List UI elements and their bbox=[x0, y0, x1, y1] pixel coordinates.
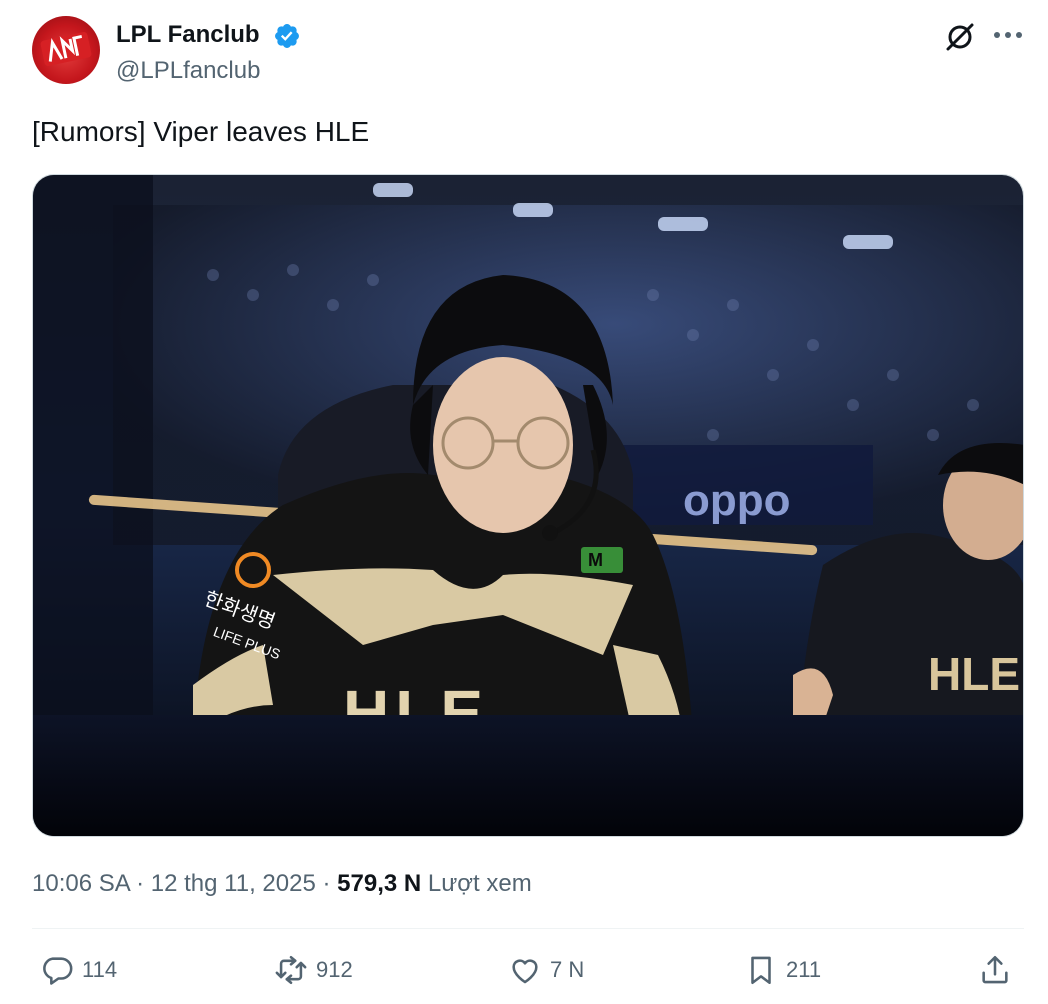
reply-count: 114 bbox=[82, 957, 118, 982]
retweet-button[interactable]: 912 bbox=[274, 950, 353, 990]
tweet-meta: 10:06 SA · 12 thg 11, 2025 · 579,3 N Lượ… bbox=[32, 868, 532, 900]
verified-badge-icon bbox=[275, 24, 299, 48]
like-count: 7 N bbox=[550, 957, 585, 982]
avatar[interactable] bbox=[32, 16, 100, 84]
divider bbox=[32, 928, 1024, 929]
bookmark-count: 211 bbox=[786, 957, 822, 982]
tweet: LPL Fanclub @LPLfanclub [Rumors] Viper l… bbox=[0, 0, 1048, 1004]
tweet-date[interactable]: 12 thg 11, 2025 bbox=[151, 870, 316, 897]
reply-button[interactable]: 114 bbox=[40, 950, 117, 990]
retweet-icon bbox=[275, 955, 307, 985]
oppo-sign: oppo bbox=[683, 476, 791, 525]
share-icon bbox=[982, 955, 1008, 984]
svg-text:M: M bbox=[588, 550, 603, 570]
author-handle[interactable]: @LPLfanclub bbox=[116, 56, 260, 86]
views-count: 579,3 N bbox=[337, 870, 422, 897]
bookmark-icon bbox=[751, 956, 771, 985]
grok-icon[interactable] bbox=[943, 20, 977, 54]
retweet-count: 912 bbox=[316, 957, 353, 982]
views-label: Lượt xem bbox=[427, 870, 532, 897]
svg-text:HLE: HLE bbox=[928, 648, 1020, 700]
tweet-time[interactable]: 10:06 SA bbox=[32, 870, 129, 897]
share-button[interactable] bbox=[978, 950, 1020, 990]
like-icon bbox=[512, 959, 538, 984]
more-icon[interactable] bbox=[988, 20, 1028, 50]
reply-icon bbox=[43, 957, 73, 985]
tweet-photo[interactable]: oppo HLE 한화생명 LIFE PLUS M HLE bbox=[32, 174, 1024, 837]
author-name[interactable]: LPL Fanclub bbox=[116, 20, 260, 50]
tweet-text: [Rumors] Viper leaves HLE bbox=[32, 116, 370, 147]
logo-icon bbox=[40, 32, 92, 66]
like-button[interactable]: 7 N bbox=[508, 950, 584, 990]
meta-separator: · bbox=[136, 870, 145, 897]
bookmark-button[interactable]: 211 bbox=[744, 950, 821, 990]
meta-separator: · bbox=[322, 870, 331, 897]
